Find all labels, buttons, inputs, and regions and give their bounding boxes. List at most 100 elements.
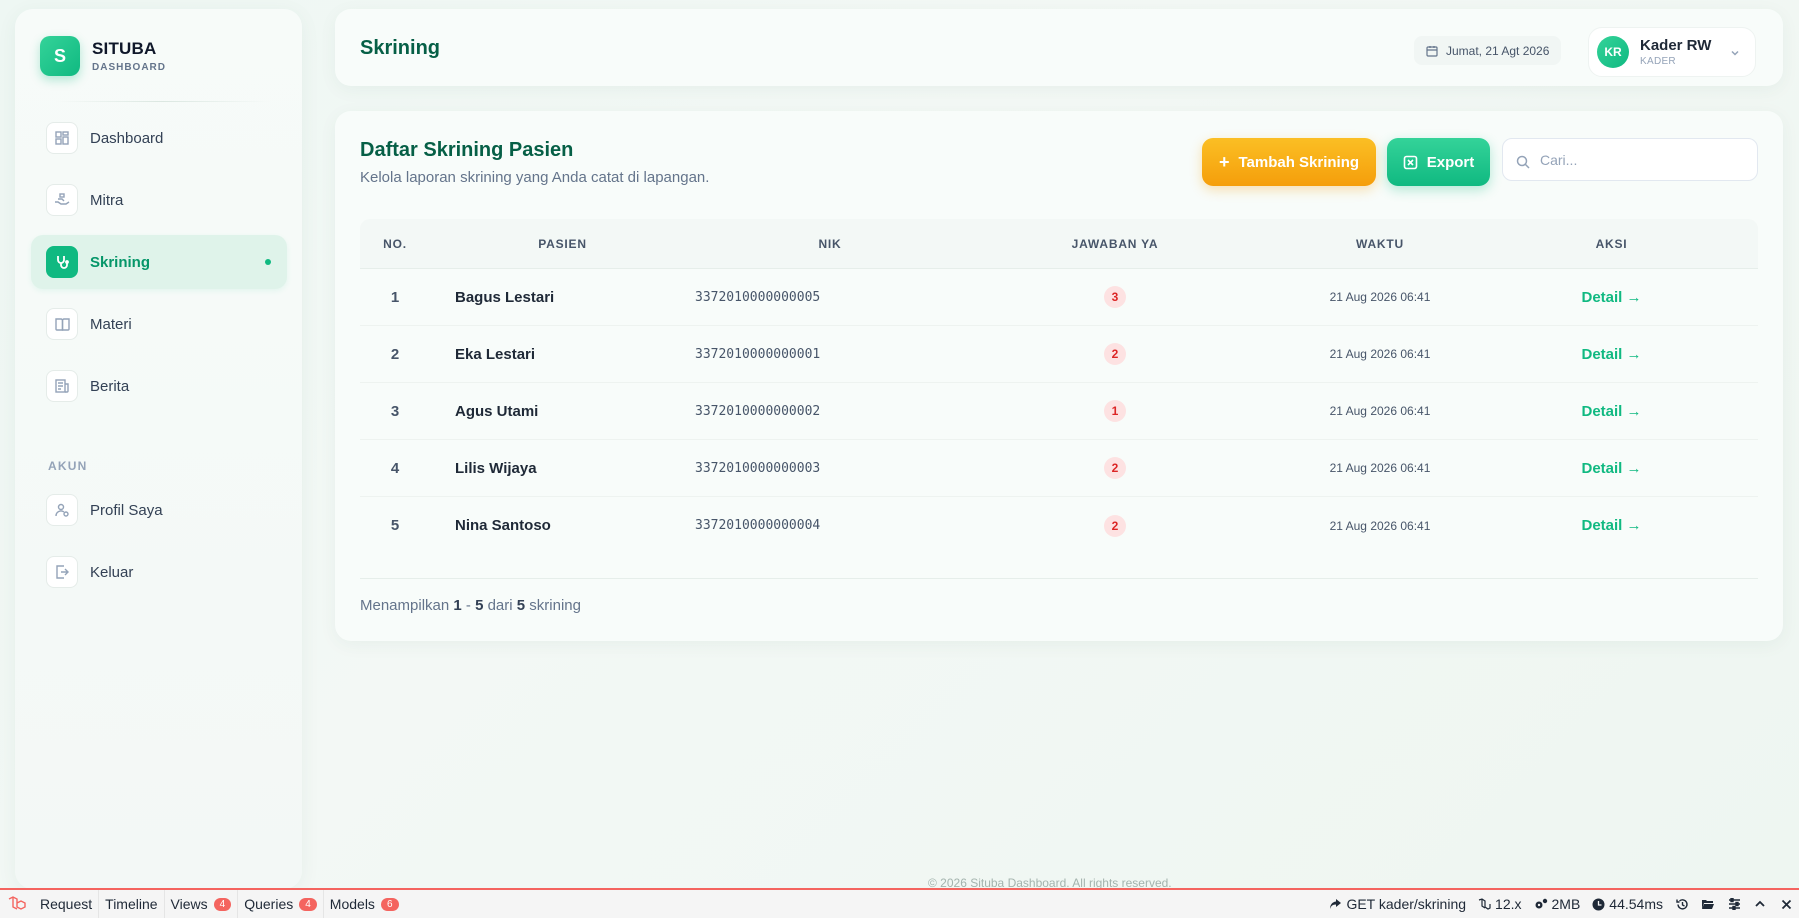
detail-link[interactable]: Detail →: [1581, 403, 1641, 420]
excel-file-icon: [1403, 155, 1418, 169]
debug-tab-request[interactable]: Request: [34, 890, 100, 918]
detail-link[interactable]: Detail →: [1581, 517, 1641, 534]
debug-tab-models[interactable]: Models 6: [324, 890, 405, 918]
sidebar-item-berita[interactable]: Berita: [31, 359, 287, 413]
add-screening-label: Tambah Skrining: [1238, 153, 1360, 171]
column-header-aksi: AKSI: [1595, 236, 1628, 251]
active-indicator-dot: [265, 259, 271, 265]
patient-name: Lilis Wijaya: [455, 459, 537, 477]
patient-name: Bagus Lestari: [455, 288, 555, 306]
sidebar-item-profil[interactable]: Profil Saya: [31, 483, 287, 537]
column-header-waktu: WAKTU: [1356, 236, 1404, 251]
debug-tab-queries[interactable]: Queries 4: [238, 890, 324, 918]
logout-icon: [46, 556, 78, 588]
debug-bar: Request Timeline Views 4 Queries 4 Models 6…: [0, 888, 1799, 918]
brand-subtitle: DASHBOARD: [92, 62, 166, 73]
chevron-down-icon: [1731, 50, 1739, 56]
history-icon[interactable]: [1669, 898, 1695, 911]
brand[interactable]: S SITUBA DASHBOARD: [40, 36, 166, 76]
queries-count-badge: 4: [299, 897, 317, 911]
patient-nik: 3372010000000005: [695, 289, 821, 305]
chevron-up-icon[interactable]: [1747, 899, 1773, 909]
plus-icon: +: [1218, 151, 1230, 172]
sidebar-item-keluar[interactable]: Keluar: [31, 545, 287, 599]
debug-memory: 2MB: [1528, 896, 1587, 912]
row-number: 1: [390, 288, 400, 306]
sidebar-item-label: Materi: [90, 315, 132, 333]
screening-time: 21 Aug 2026 06:41: [1329, 347, 1431, 361]
table-row: 5 Nina Santoso 3372010000000004 2 21 Aug…: [360, 497, 1758, 554]
yes-count-badge: 2: [1104, 457, 1126, 479]
book-icon: [46, 308, 78, 340]
patient-nik: 3372010000000004: [695, 518, 821, 533]
row-number: 5: [390, 517, 400, 534]
news-icon: [46, 370, 78, 402]
calendar-icon: [1426, 45, 1438, 57]
sidebar-item-label: Dashboard: [90, 129, 164, 147]
top-header: Skrining Jumat, 21 Agt 2026 KR Kader RW …: [335, 9, 1783, 86]
detail-link[interactable]: Detail →: [1581, 346, 1641, 363]
patient-nik: 3372010000000003: [695, 460, 821, 476]
sidebar-item-label: Berita: [90, 377, 130, 395]
user-menu[interactable]: KR Kader RW KADER: [1588, 27, 1756, 77]
user-role: KADER: [1640, 56, 1676, 67]
search-icon: [1516, 155, 1530, 169]
brand-title: SITUBA: [92, 39, 157, 58]
detail-link[interactable]: Detail →: [1581, 289, 1641, 306]
sidebar-item-label: Profil Saya: [90, 501, 163, 519]
detail-link[interactable]: Detail →: [1581, 460, 1641, 477]
column-header-nik: NIK: [818, 236, 842, 251]
card-title: Daftar Skrining Pasien: [360, 139, 574, 161]
stethoscope-icon: [46, 246, 78, 278]
sidebar-item-skrining[interactable]: Skrining: [31, 235, 287, 289]
debug-time: 44.54ms: [1586, 896, 1669, 912]
settings-sliders-icon[interactable]: [1721, 898, 1747, 910]
card-subtitle: Kelola laporan skrining yang Anda catat …: [360, 169, 710, 186]
screening-time: 21 Aug 2026 06:41: [1329, 461, 1431, 475]
search-box[interactable]: [1502, 138, 1758, 181]
sidebar-item-materi[interactable]: Materi: [31, 297, 287, 351]
screening-time: 21 Aug 2026 06:41: [1329, 518, 1431, 533]
avatar: KR: [1597, 36, 1629, 68]
yes-count-badge: 2: [1104, 343, 1126, 365]
export-button[interactable]: Export: [1387, 138, 1490, 186]
screening-time: 21 Aug 2026 06:41: [1329, 404, 1431, 418]
section-label-akun: AKUN: [48, 459, 88, 473]
page-title: Skrining: [360, 37, 441, 59]
laravel-logo-icon[interactable]: [0, 896, 34, 912]
yes-count-badge: 3: [1104, 286, 1126, 308]
table-row: 4 Lilis Wijaya 3372010000000003 2 21 Aug…: [360, 440, 1758, 497]
handshake-icon: [46, 184, 78, 216]
debug-route: GET kader/skrining: [1323, 896, 1472, 912]
debug-tab-views[interactable]: Views 4: [165, 890, 239, 918]
screening-list-card: Daftar Skrining Pasien Kelola laporan sk…: [335, 111, 1783, 641]
patient-nik: 3372010000000001: [695, 346, 821, 362]
sidebar-item-dashboard[interactable]: Dashboard: [31, 111, 287, 165]
yes-count-badge: 1: [1104, 400, 1126, 422]
table-footer-divider: [360, 578, 1758, 579]
add-screening-button[interactable]: + Tambah Skrining: [1202, 138, 1376, 186]
patient-name: Nina Santoso: [455, 517, 551, 534]
sidebar-item-label: Mitra: [90, 191, 124, 209]
date-chip: Jumat, 21 Agt 2026: [1414, 36, 1562, 65]
clock-icon: [1592, 898, 1605, 910]
table-row: 2 Eka Lestari 3372010000000001 2 21 Aug …: [360, 326, 1758, 383]
patient-nik: 3372010000000002: [695, 403, 821, 419]
sidebar: S SITUBA DASHBOARD Dashboard Mitra Skrin…: [15, 9, 302, 889]
sidebar-item-label: Keluar: [90, 563, 134, 581]
column-header-no: NO.: [383, 236, 407, 251]
row-number: 4: [390, 459, 400, 477]
search-input[interactable]: [1540, 151, 1740, 168]
current-date: Jumat, 21 Agt 2026: [1446, 43, 1550, 58]
row-number: 2: [390, 345, 400, 363]
sidebar-item-mitra[interactable]: Mitra: [31, 173, 287, 227]
pagination-summary: Menampilkan 1 - 5 dari 5 skrining: [360, 597, 581, 614]
laravel-icon: [1478, 898, 1491, 910]
folder-open-icon[interactable]: [1695, 898, 1721, 910]
export-label: Export: [1426, 153, 1475, 171]
patient-name: Eka Lestari: [455, 345, 536, 363]
close-icon[interactable]: [1773, 899, 1799, 910]
sidebar-item-label: Skrining: [90, 253, 151, 271]
row-number: 3: [390, 402, 400, 420]
debug-tab-timeline[interactable]: Timeline: [99, 890, 165, 918]
